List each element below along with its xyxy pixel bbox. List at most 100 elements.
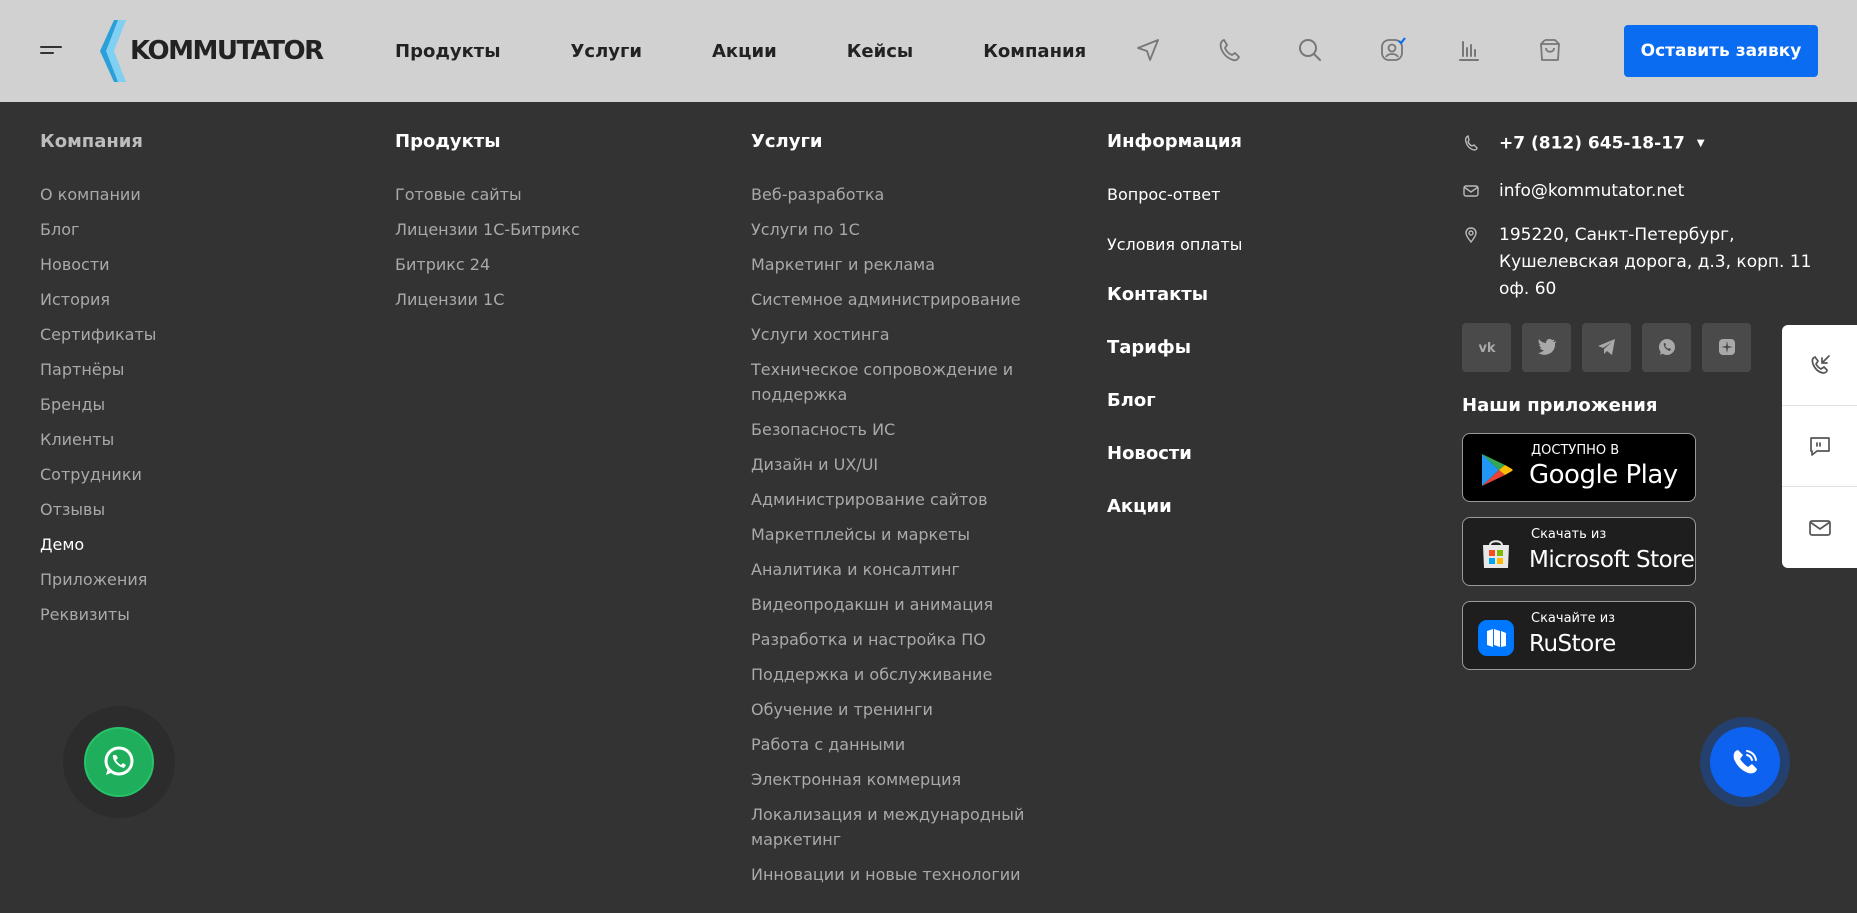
bag-icon[interactable]	[1536, 36, 1564, 64]
service-link[interactable]: Разработка и настройка ПО	[751, 627, 1031, 652]
chevron-down-icon[interactable]: ▼	[1697, 130, 1705, 157]
call-float-button[interactable]	[1700, 717, 1790, 807]
link-news[interactable]: Новости	[40, 252, 156, 277]
side-contact-panel	[1782, 325, 1857, 568]
nav-cases[interactable]: Кейсы	[847, 41, 913, 62]
service-link[interactable]: Электронная коммерция	[751, 767, 1031, 792]
store-name: RuStore	[1529, 630, 1616, 657]
service-link[interactable]: Обучение и тренинги	[751, 697, 1031, 722]
callback-icon[interactable]	[1782, 325, 1857, 406]
chat-icon[interactable]	[1782, 406, 1857, 487]
site-header: KOMMUTATOR Продукты Услуги Акции Кейсы К…	[0, 0, 1857, 102]
service-link[interactable]: Системное администрирование	[751, 287, 1031, 312]
chart-icon[interactable]	[1455, 36, 1483, 64]
phone-small-icon	[1464, 134, 1478, 151]
service-link[interactable]: Локализация и международный маркетинг	[751, 802, 1031, 852]
google-play-button[interactable]: ДОСТУПНО В Google Play	[1462, 432, 1696, 502]
link-certificates[interactable]: Сертификаты	[40, 322, 156, 347]
link-bitrix-licenses[interactable]: Лицензии 1С-Битрикс	[395, 217, 580, 242]
nav-products[interactable]: Продукты	[395, 41, 501, 62]
link-partners[interactable]: Партнёры	[40, 357, 156, 382]
nav-company[interactable]: Компания	[983, 41, 1086, 62]
service-link[interactable]: Услуги по 1С	[751, 217, 1031, 242]
link-blog[interactable]: Блог	[40, 217, 156, 242]
service-link[interactable]: Видеопродакшн и анимация	[751, 592, 1031, 617]
rustore-icon	[1478, 619, 1514, 656]
telegram-icon[interactable]	[1582, 322, 1631, 372]
service-link[interactable]: Администрирование сайтов	[751, 487, 1031, 512]
store-caption: Скачайте из	[1531, 610, 1616, 626]
mail-panel-icon[interactable]	[1782, 487, 1857, 568]
footer-col-company: Компания О компании Блог Новости История…	[40, 130, 156, 637]
link-about[interactable]: О компании	[40, 182, 156, 207]
link-clients[interactable]: Клиенты	[40, 427, 156, 452]
link-ready-sites[interactable]: Готовые сайты	[395, 182, 580, 207]
location-pin-icon	[1465, 226, 1477, 243]
service-link[interactable]: Инновации и новые технологии	[751, 862, 1031, 887]
request-button[interactable]: Оставить заявку	[1624, 25, 1818, 77]
rustore-button[interactable]: Скачайте из RuStore	[1462, 600, 1696, 670]
main-nav: Продукты Услуги Акции Кейсы Компания	[395, 0, 1156, 102]
service-link[interactable]: Аналитика и консалтинг	[751, 557, 1031, 582]
link-payment-terms[interactable]: Условия оплаты	[1107, 232, 1242, 257]
footer-col-services: Услуги Веб-разработка Услуги по 1С Марке…	[751, 130, 1031, 897]
whatsapp-float-icon	[104, 746, 134, 776]
microsoft-store-button[interactable]: Скачать из Microsoft Store	[1462, 516, 1696, 586]
nav-promos[interactable]: Акции	[712, 41, 777, 62]
service-link[interactable]: Безопасность ИС	[751, 417, 1031, 442]
address-contact: 195220, Санкт-Петербург, Кушелевская дор…	[1462, 222, 1822, 303]
link-1c-licenses[interactable]: Лицензии 1С	[395, 287, 580, 312]
link-news-info[interactable]: Новости	[1107, 441, 1242, 466]
other-social-icon[interactable]	[1702, 322, 1751, 372]
service-link[interactable]: Техническое сопровождение и поддержка	[751, 357, 1031, 407]
service-link[interactable]: Маркетинг и реклама	[751, 252, 1031, 277]
svg-text:vk: vk	[1478, 341, 1495, 356]
link-requisites[interactable]: Реквизиты	[40, 602, 156, 627]
phone-float-icon	[1733, 750, 1757, 774]
phone-icon[interactable]	[1215, 36, 1243, 64]
link-apps[interactable]: Приложения	[40, 567, 156, 592]
vk-icon[interactable]: vk	[1462, 322, 1511, 372]
whatsapp-float-button[interactable]	[63, 706, 175, 818]
email-contact[interactable]: info@kommutator.net	[1462, 178, 1822, 205]
link-history[interactable]: История	[40, 287, 156, 312]
store-caption: ДОСТУПНО В	[1531, 442, 1620, 458]
send-icon[interactable]	[1134, 36, 1162, 64]
link-reviews[interactable]: Отзывы	[40, 497, 156, 522]
link-bitrix24[interactable]: Битрикс 24	[395, 252, 580, 277]
store-name: Microsoft Store	[1529, 546, 1695, 573]
google-play-icon	[1482, 453, 1513, 486]
service-link[interactable]: Работа с данными	[751, 732, 1031, 757]
link-contacts[interactable]: Контакты	[1107, 282, 1242, 307]
email-address: info@kommutator.net	[1499, 180, 1685, 201]
phone-contact[interactable]: +7 (812) 645-18-17 ▼	[1462, 130, 1822, 158]
service-link[interactable]: Поддержка и обслуживание	[751, 662, 1031, 687]
link-staff[interactable]: Сотрудники	[40, 462, 156, 487]
link-faq[interactable]: Вопрос-ответ	[1107, 182, 1242, 207]
address-line: Кушелевская дорога, д.3, корп. 11	[1499, 251, 1812, 272]
service-link[interactable]: Маркетплейсы и маркеты	[751, 522, 1031, 547]
social-links: vk	[1462, 322, 1822, 372]
user-icon[interactable]	[1379, 36, 1407, 64]
whatsapp-icon[interactable]	[1642, 322, 1691, 372]
col-title-services[interactable]: Услуги	[751, 130, 1031, 154]
col-title-company[interactable]: Компания	[40, 130, 156, 154]
link-demo[interactable]: Демо	[40, 532, 156, 557]
menu-burger-icon[interactable]	[40, 44, 62, 58]
search-icon[interactable]	[1296, 36, 1324, 64]
col-title-products[interactable]: Продукты	[395, 130, 580, 154]
service-link[interactable]: Дизайн и UX/UI	[751, 452, 1031, 477]
service-link[interactable]: Услуги хостинга	[751, 322, 1031, 347]
logo[interactable]: KOMMUTATOR	[100, 20, 324, 82]
link-blog-info[interactable]: Блог	[1107, 388, 1242, 413]
link-promos-info[interactable]: Акции	[1107, 494, 1242, 519]
link-brands[interactable]: Бренды	[40, 392, 156, 417]
store-name: Google Play	[1529, 459, 1678, 490]
link-tariffs[interactable]: Тарифы	[1107, 335, 1242, 360]
nav-services[interactable]: Услуги	[571, 41, 642, 62]
twitter-icon[interactable]	[1522, 322, 1571, 372]
service-link[interactable]: Веб-разработка	[751, 182, 1031, 207]
logo-text: KOMMUTATOR	[130, 36, 324, 66]
store-caption: Скачать из	[1531, 526, 1607, 542]
col-title-info[interactable]: Информация	[1107, 130, 1242, 154]
